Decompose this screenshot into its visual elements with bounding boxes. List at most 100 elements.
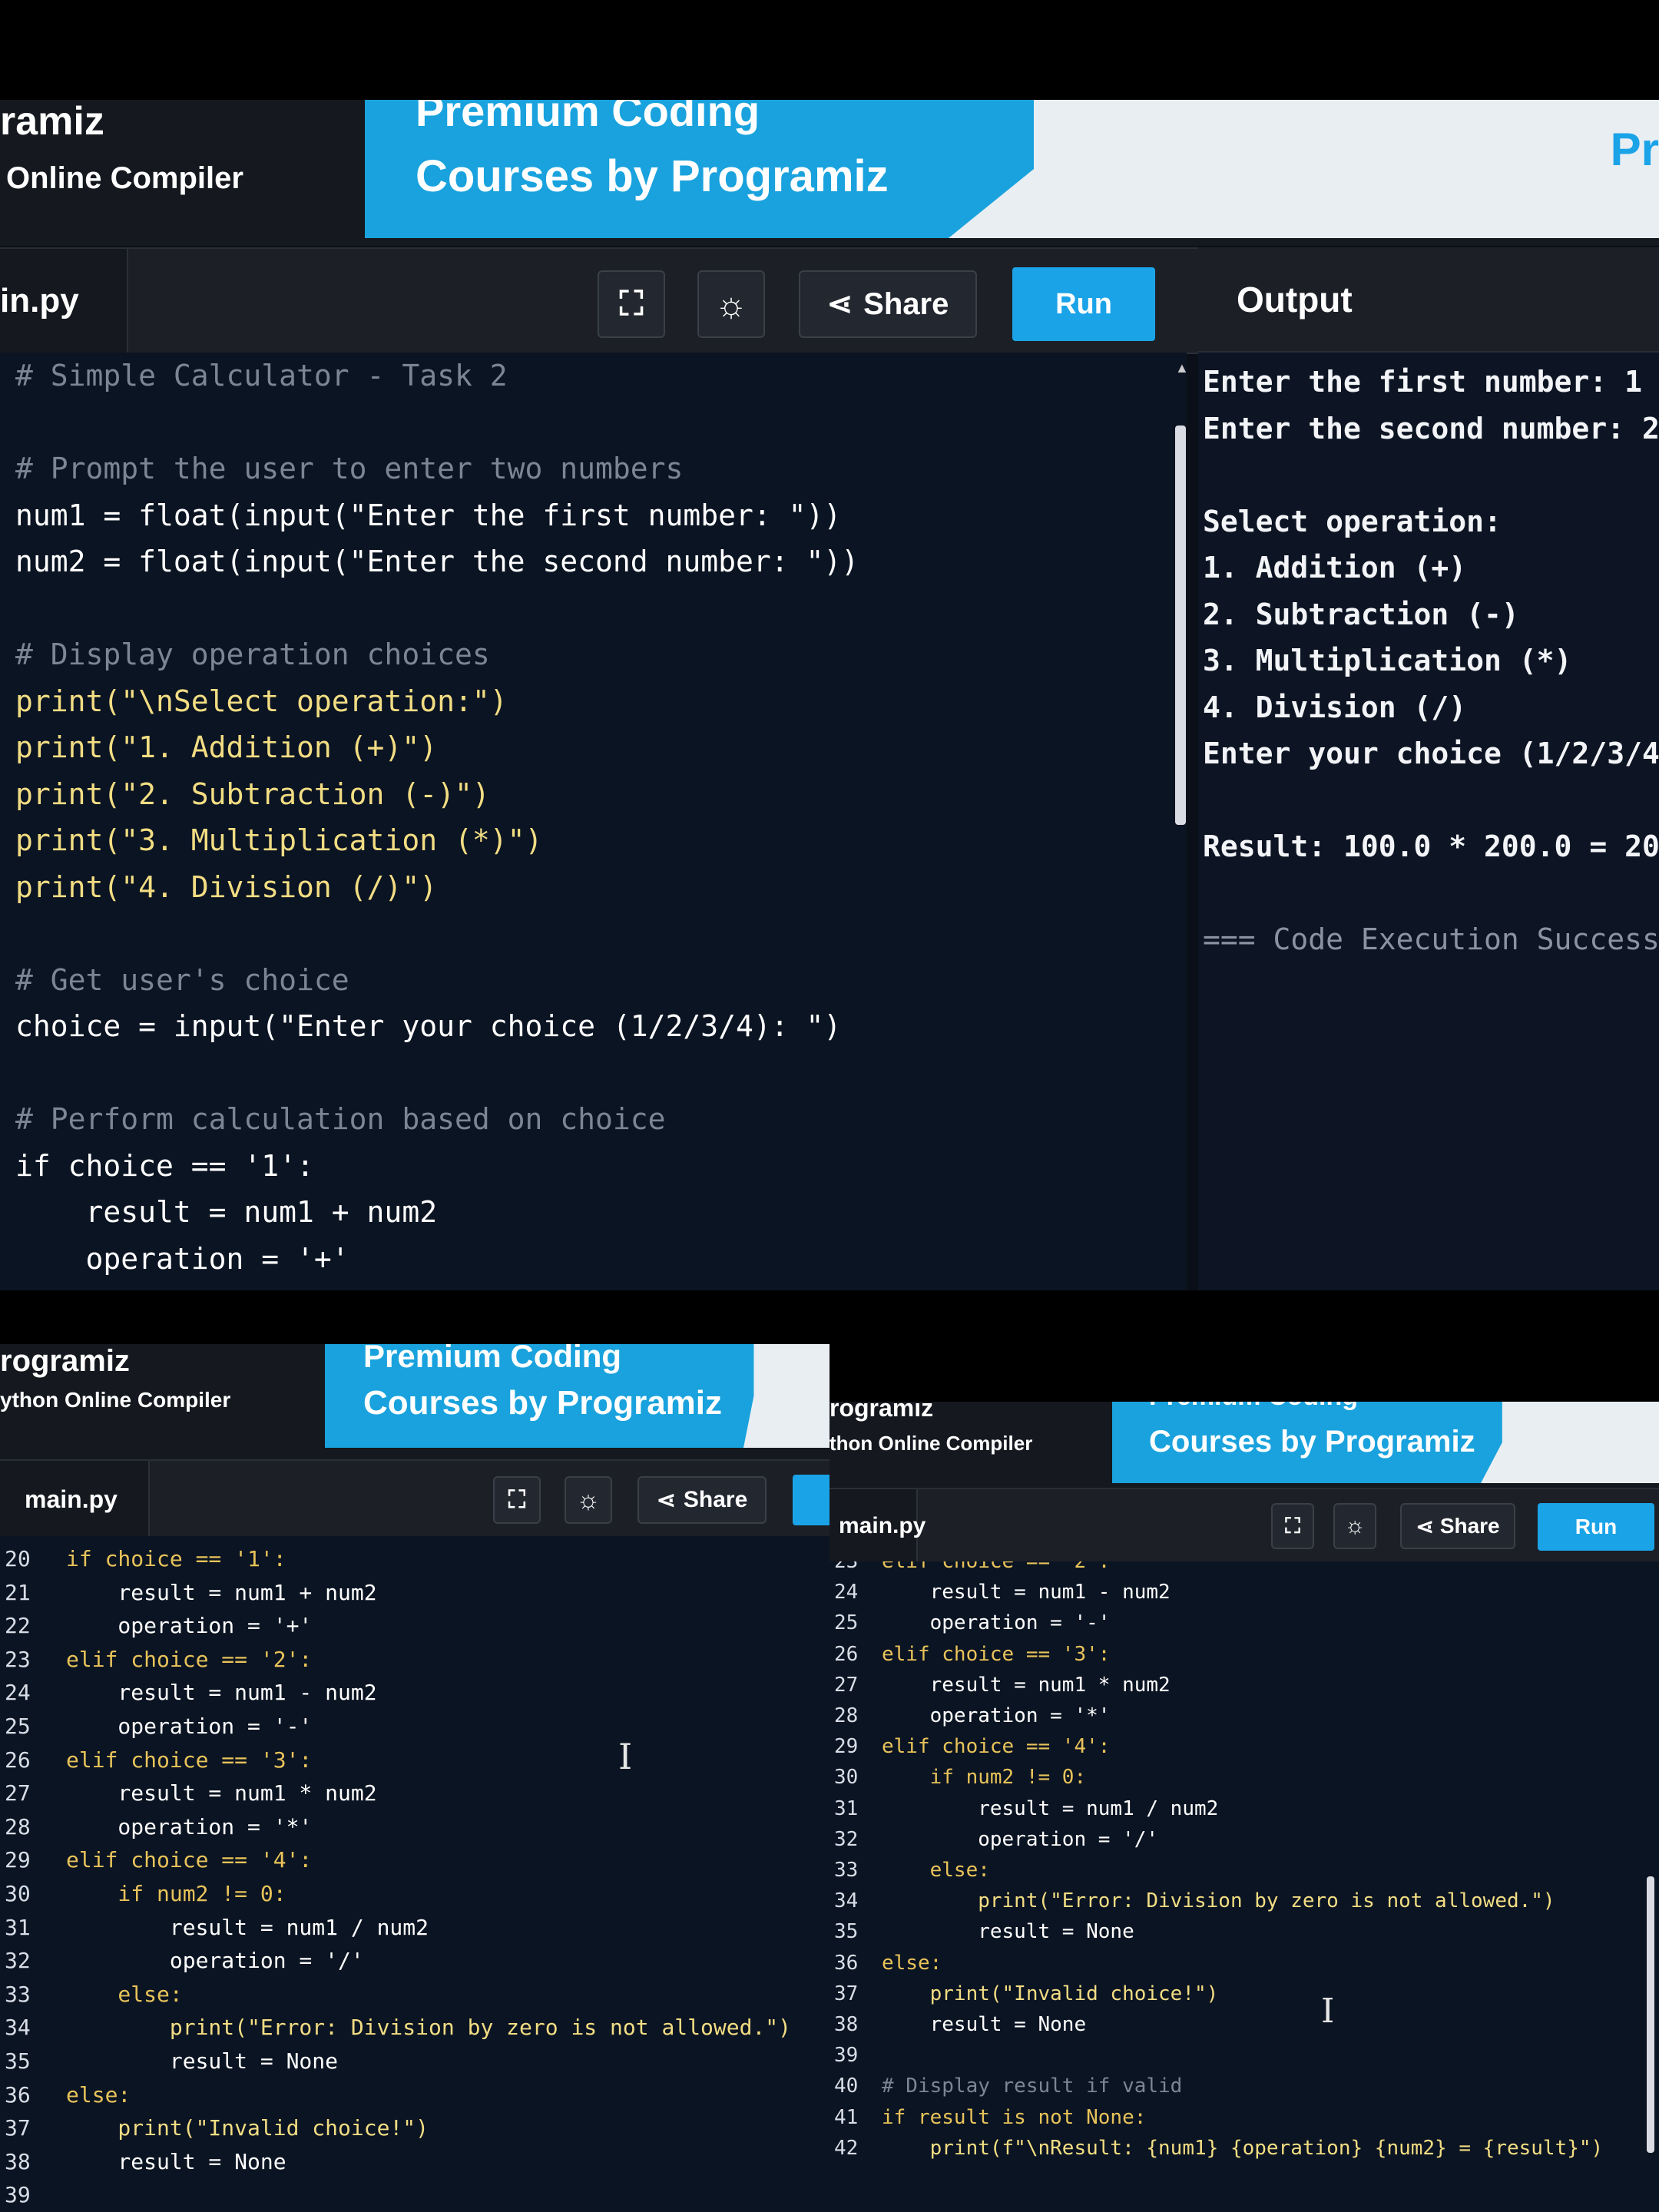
code-line[interactable]: 25 operation = '-' — [834, 1608, 1110, 1638]
line-number: 40 — [834, 2075, 859, 2098]
bl-brand-logo[interactable]: rogramiz ython Online Compiler — [0, 1344, 230, 1412]
br-banner-subtitle: Courses by Programiz — [1149, 1425, 1475, 1459]
code-line[interactable]: 34 print("Error: Division by zero is not… — [834, 1886, 1555, 1916]
code-line[interactable]: operation = '+' — [15, 1236, 349, 1282]
code-line[interactable]: 29 elif choice == '4': — [5, 1843, 312, 1877]
br-brand-logo[interactable]: rogramiz thon Online Compiler — [830, 1402, 1032, 1455]
code-line[interactable]: 39 — [5, 2178, 66, 2212]
line-number: 36 — [5, 2081, 31, 2108]
line-number: 41 — [834, 2105, 859, 2129]
code-line[interactable]: num1 = float(input("Enter the first numb… — [15, 492, 841, 538]
code-line[interactable]: 33 else: — [5, 1978, 183, 2012]
code-line[interactable]: 41 if result is not None: — [834, 2102, 1146, 2133]
code-line[interactable]: 23 elif choice == '2': — [5, 1643, 312, 1677]
code-line[interactable]: # Simple Calculator - Task 2 — [15, 353, 508, 399]
file-tab[interactable]: in.py — [0, 249, 128, 353]
br-fullscreen-button[interactable]: ⛶ — [1271, 1503, 1314, 1549]
br-editor-toolbar: main.py ⛶ ☼ ⋖ Share Run — [830, 1488, 1659, 1565]
line-code: result = num1 * num2 — [66, 1780, 377, 1806]
code-line[interactable]: 24 result = num1 - num2 — [5, 1676, 377, 1710]
br-code-editor[interactable]: 23 elif choice == '2': 24 result = num1 - … — [830, 1561, 1659, 2212]
promo-banner[interactable]: Premium Coding Courses by Programiz Pr — [365, 100, 1659, 238]
line-number: 28 — [834, 1704, 859, 1727]
code-line[interactable]: 23 elif choice == '2': — [834, 1561, 1110, 1577]
line-code: elif choice == '2': — [66, 1646, 313, 1672]
fullscreen-button[interactable]: ⛶ — [598, 270, 665, 338]
share-button[interactable]: ⋖ Share — [799, 270, 977, 338]
code-line[interactable]: # Perform calculation based on choice — [15, 1096, 665, 1142]
code-line[interactable]: if choice == '1': — [15, 1143, 314, 1189]
code-line[interactable]: print("1. Addition (+)") — [15, 724, 437, 770]
code-line[interactable]: print("3. Multiplication (*)") — [15, 817, 542, 863]
br-file-tab[interactable]: main.py — [830, 1489, 926, 1563]
code-line[interactable]: 35 result = None — [5, 2045, 338, 2078]
bl-theme-toggle-button[interactable]: ☼ — [565, 1476, 612, 1524]
code-line[interactable]: print("\nSelect operation:") — [15, 678, 508, 724]
bl-fullscreen-button[interactable]: ⛶ — [493, 1476, 541, 1524]
code-line[interactable]: 26 elif choice == '3': — [5, 1743, 312, 1777]
code-line[interactable]: 38 result = None — [5, 2145, 286, 2179]
code-line[interactable]: 33 else: — [834, 1855, 990, 1886]
code-line[interactable]: 27 result = num1 * num2 — [5, 1777, 377, 1810]
code-line[interactable]: 40 # Display result if valid — [834, 2071, 1182, 2101]
br-promo-banner[interactable]: Premium Coding Courses by Programiz — [1112, 1402, 1659, 1483]
code-line[interactable]: 25 operation = '-' — [5, 1710, 312, 1743]
code-line[interactable]: 27 result = num1 * num2 — [834, 1670, 1171, 1700]
code-line[interactable]: 29 elif choice == '4': — [834, 1731, 1110, 1762]
code-line[interactable]: 26 elif choice == '3': — [834, 1639, 1110, 1670]
code-editor[interactable]: # Simple Calculator - Task 2 # Prompt the… — [0, 353, 1187, 1290]
code-line[interactable]: # Get user's choice — [15, 957, 349, 1003]
code-line[interactable]: 21 result = num1 + num2 — [5, 1576, 377, 1610]
br-theme-toggle-button[interactable]: ☼ — [1333, 1503, 1376, 1549]
line-code: result = None — [66, 2048, 339, 2074]
code-line[interactable]: 30 if num2 != 0: — [834, 1762, 1086, 1793]
brand-logo[interactable]: ramiz Online Compiler — [0, 100, 243, 196]
code-line[interactable]: 35 result = None — [834, 1916, 1134, 1947]
bl-share-button[interactable]: ⋖ Share — [637, 1476, 767, 1524]
code-line[interactable]: 28 operation = '*' — [5, 1810, 312, 1844]
line-number: 29 — [5, 1847, 31, 1873]
code-line[interactable]: 22 operation = '+' — [5, 1609, 312, 1643]
br-editor-scrollbar[interactable] — [1647, 1876, 1654, 2153]
code-line[interactable]: 28 operation = '*' — [834, 1700, 1110, 1731]
code-line[interactable]: print("4. Division (/)") — [15, 864, 437, 910]
scroll-arrow-icon[interactable]: ▲ — [1175, 360, 1187, 376]
br-run-button[interactable]: Run — [1538, 1503, 1654, 1551]
code-line[interactable]: 37 print("Invalid choice!") — [834, 1979, 1218, 2009]
code-line[interactable]: 39 — [834, 2040, 882, 2071]
bl-code-editor[interactable]: 20 if choice == '1': 21 result = num1 + nu… — [0, 1536, 830, 2212]
code-line[interactable]: 38 result = None — [834, 2009, 1086, 2040]
run-button[interactable]: Run — [1012, 267, 1155, 341]
code-line[interactable]: 30 if num2 != 0: — [5, 1877, 286, 1911]
code-line[interactable]: 31 result = num1 / num2 — [5, 1911, 429, 1945]
line-code: print("Error: Division by zero is not al… — [66, 2015, 792, 2041]
bl-run-button[interactable] — [793, 1475, 830, 1525]
code-line[interactable]: print("2. Subtraction (-)") — [15, 771, 490, 817]
code-line[interactable]: # Prompt the user to enter two numbers — [15, 445, 683, 492]
br-fullscreen-icon: ⛶ — [1285, 1513, 1300, 1538]
line-code: result = None — [882, 1920, 1134, 1944]
bl-file-tab[interactable]: main.py — [0, 1461, 150, 1538]
banner-subtitle: Courses by Programiz — [416, 151, 889, 201]
code-line[interactable]: 36 else: — [834, 1948, 942, 1979]
code-line[interactable]: choice = input("Enter your choice (1/2/3… — [15, 1003, 841, 1049]
code-line[interactable]: 24 result = num1 - num2 — [834, 1577, 1171, 1608]
code-line[interactable]: 42 print(f"\nResult: {num1} {operation} … — [834, 2133, 1603, 2164]
theme-toggle-button[interactable]: ☼ — [697, 270, 765, 338]
code-line[interactable]: # Display operation choices — [15, 631, 490, 677]
code-line[interactable]: 34 print("Error: Division by zero is not… — [5, 2011, 791, 2045]
code-line[interactable]: 20 if choice == '1': — [5, 1542, 286, 1576]
line-number: 27 — [834, 1673, 859, 1697]
code-line[interactable]: 32 operation = '/' — [834, 1824, 1158, 1855]
bl-promo-banner[interactable]: Premium Coding Courses by Programiz — [325, 1344, 830, 1448]
editor-scrollbar[interactable] — [1175, 426, 1186, 825]
code-line[interactable]: result = num1 + num2 — [15, 1189, 438, 1235]
code-line[interactable]: 31 result = num1 / num2 — [834, 1793, 1218, 1824]
br-share-button[interactable]: ⋖ Share — [1400, 1503, 1515, 1549]
line-number: 27 — [5, 1780, 31, 1806]
code-line[interactable]: 37 print("Invalid choice!") — [5, 2111, 429, 2145]
code-line[interactable]: 32 operation = '/' — [5, 1944, 364, 1978]
code-line[interactable]: num2 = float(input("Enter the second num… — [15, 538, 859, 584]
code-line[interactable]: 36 else: — [5, 2078, 131, 2112]
line-number: 32 — [5, 1948, 31, 1974]
